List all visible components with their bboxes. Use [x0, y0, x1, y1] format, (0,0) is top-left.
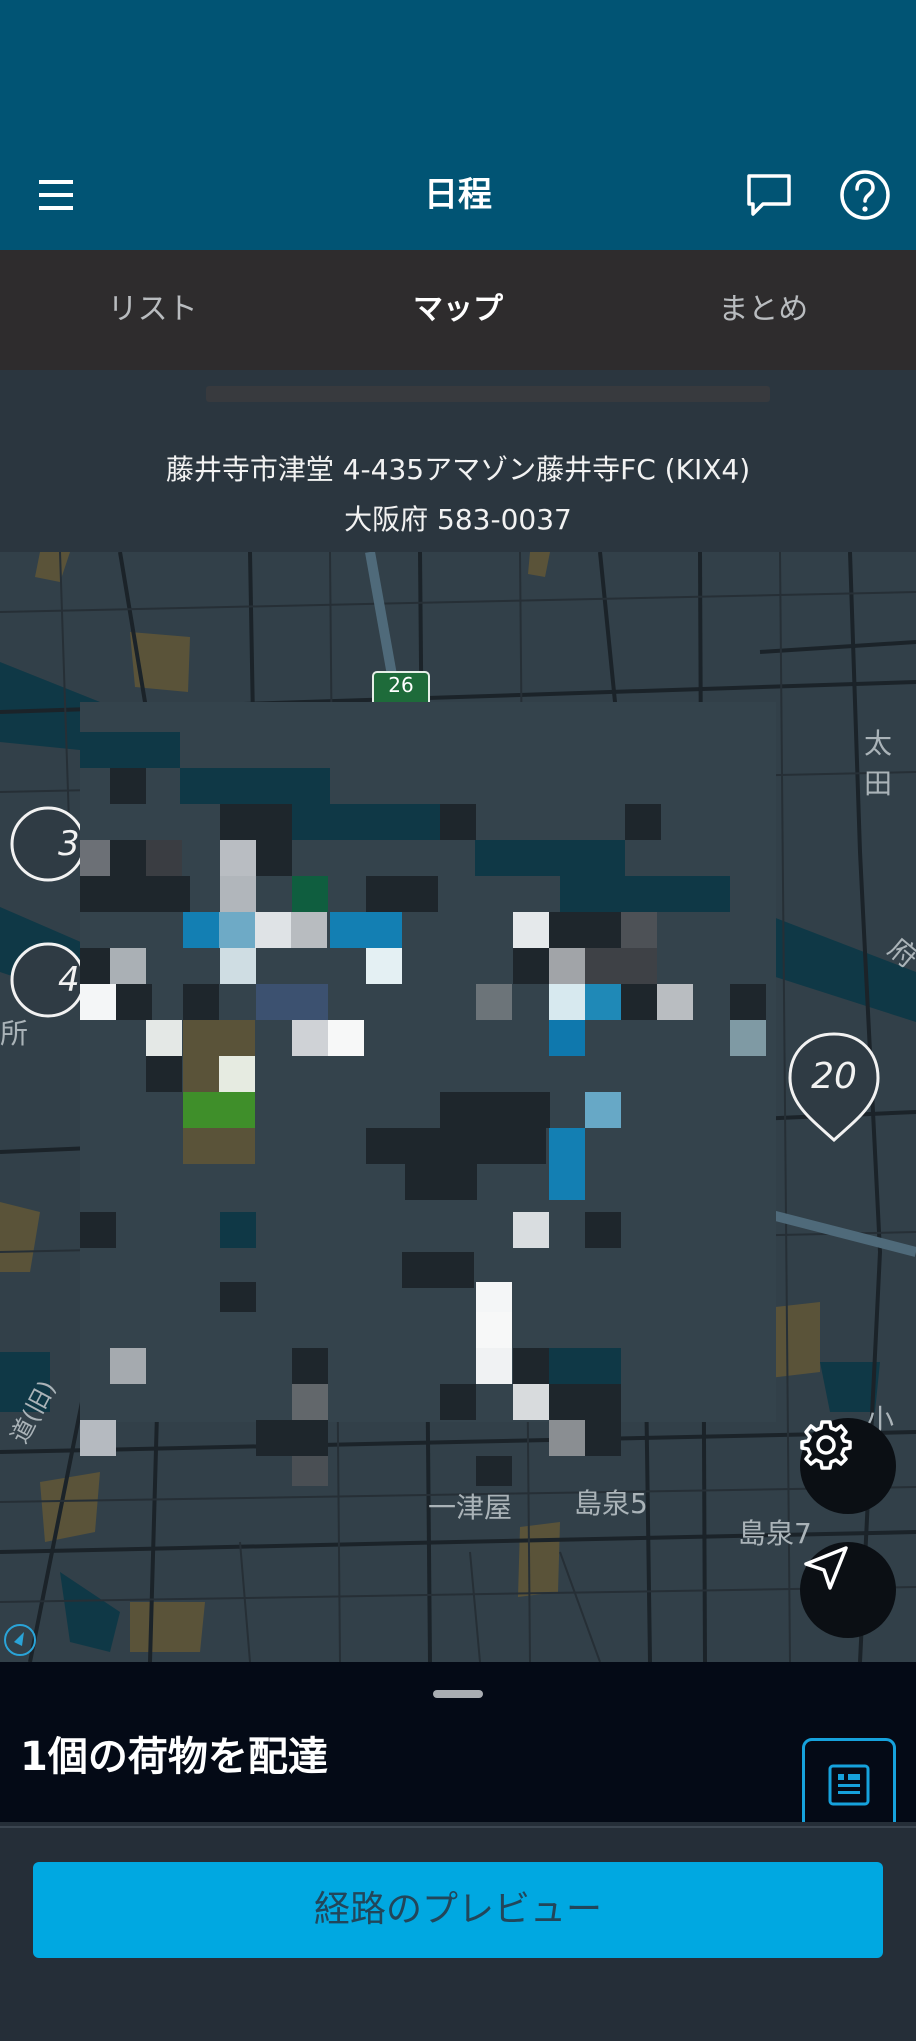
chat-button[interactable]: [724, 140, 814, 250]
stop-marker-left-a-label: 3: [58, 824, 80, 864]
destination-address-line1: 藤井寺市津堂 4-435アマゾン藤井寺FC (KIX4): [165, 453, 751, 486]
map-view[interactable]: 太田 所 府 小山 一津屋 島泉5 島泉7 道(旧) 26 3 4 20: [0, 552, 916, 1662]
sheet-drag-handle[interactable]: [433, 1690, 483, 1698]
tab-list[interactable]: リスト: [0, 250, 305, 370]
tab-summary[interactable]: まとめ: [611, 250, 916, 370]
hamburger-menu-icon: [39, 180, 73, 210]
menu-button[interactable]: [12, 140, 102, 250]
help-circle-icon: [840, 170, 890, 220]
progress-track: [206, 386, 770, 402]
help-button[interactable]: [820, 140, 910, 250]
destination-address-line2: 大阪府 583-0037: [344, 503, 572, 536]
map-label-ota: 太田: [864, 727, 893, 800]
stop-marker-20-label: 20: [811, 1056, 857, 1097]
route-preview-button[interactable]: 経路のプレビュー: [33, 1862, 883, 1958]
map-label-shimaizumi5: 島泉5: [574, 1487, 648, 1520]
recenter-location-button[interactable]: [800, 1542, 896, 1638]
navigation-arrow-icon: [804, 1546, 848, 1590]
map-settings-button[interactable]: [800, 1418, 896, 1514]
status-bar: [0, 0, 916, 140]
app-header: 日程: [0, 140, 916, 250]
map-label-ichi-tsuya: 一津屋: [428, 1491, 513, 1524]
stop-marker-left-b-label: 4: [58, 960, 80, 1000]
map-label-sho: 所: [0, 1017, 29, 1050]
tab-map[interactable]: マップ: [305, 250, 610, 370]
tab-bar: リスト マップ まとめ: [0, 250, 916, 370]
footer-divider: [0, 1826, 916, 1828]
route-shield-label: 26: [388, 673, 414, 697]
chat-bubble-icon: [747, 174, 791, 216]
manifest-button[interactable]: [802, 1738, 896, 1832]
gear-icon: [800, 1420, 852, 1470]
delivery-summary-title: 1個の荷物を配達: [20, 1734, 328, 1780]
document-list-icon: [828, 1764, 870, 1806]
